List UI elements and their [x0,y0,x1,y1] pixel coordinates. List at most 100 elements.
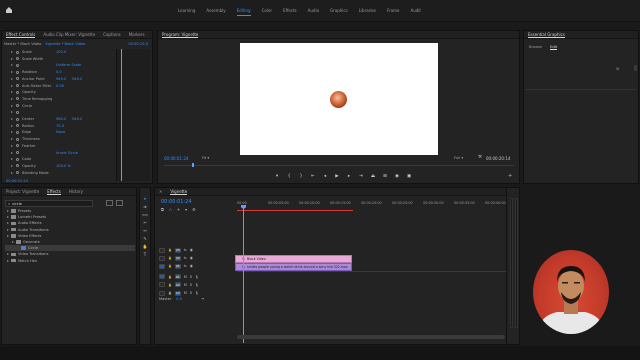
mix-value[interactable]: 0.0 [176,297,182,301]
expand-triangle-icon[interactable] [7,216,9,219]
lock-icon[interactable]: 🔒 [168,275,172,279]
microphone-icon[interactable]: 🎙 [195,283,199,287]
snap-icon[interactable]: ∩ [169,207,172,212]
effect-property-row[interactable]: Uniform Scale [4,62,112,68]
stopwatch-icon[interactable] [16,117,19,121]
work-area-bar[interactable] [237,210,353,211]
expand-triangle-icon[interactable] [7,234,9,237]
track-name[interactable]: A2 [174,282,181,288]
workspace-tab-editing[interactable]: Editing [236,8,251,16]
close-icon[interactable]: ✕ [159,189,162,194]
project-tab-0[interactable]: Project: Vignette [6,189,39,194]
property-value[interactable]: 100.0 [56,50,66,54]
clip-black-video[interactable]: fx Black Video [235,255,352,263]
expand-triangle-icon[interactable] [11,151,13,154]
expand-triangle-icon[interactable] [11,124,13,127]
workspace-tab-graphics[interactable]: Graphics [330,8,348,16]
mute-icon[interactable]: M [184,291,187,295]
stopwatch-icon[interactable] [16,77,19,81]
razor-tool-icon[interactable]: ✂ [142,220,148,225]
effect-property-row[interactable]: Time Remapping [4,96,112,102]
export-frame-icon[interactable]: ◉ [394,173,400,179]
eye-icon[interactable]: ◉ [190,248,193,252]
stopwatch-icon[interactable] [16,124,19,128]
track-name[interactable]: V2 [174,255,181,261]
workspace-tab-assembly[interactable]: Assembly [206,8,225,16]
workspace-tab-audit[interactable]: Audit [410,8,421,16]
effect-property-row[interactable]: Scale Width [4,56,112,62]
ec-tab-0[interactable]: Effect Controls [6,32,36,38]
effect-property-row[interactable]: Scale 100.0 [4,49,112,55]
expand-triangle-icon[interactable] [11,131,13,134]
workspace-tab-audio[interactable]: Audio [308,8,319,16]
property-value-2[interactable]: 540.0 [72,117,82,121]
expand-triangle-icon[interactable] [11,91,13,94]
sync-lock-icon[interactable]: ⇆ [184,248,187,252]
eg-badge[interactable]: Vi [616,67,619,71]
source-patch-toggle[interactable] [159,255,165,261]
effect-property-row[interactable]: Anti-flicker Filter 0.00 [4,83,112,89]
mark-in-icon[interactable]: { [286,173,292,179]
expand-triangle-icon[interactable] [12,241,14,243]
effect-property-row[interactable]: Radius 75.0 [4,123,112,129]
effect-property-row[interactable]: Circle [4,103,112,109]
effects-tree-item[interactable]: Audio Effects [5,220,135,226]
property-value[interactable]: Uniform Scale [56,63,81,67]
expand-triangle-icon[interactable] [7,259,9,262]
go-to-in-icon[interactable]: ⇤ [310,173,316,179]
expand-triangle-icon[interactable] [7,228,9,231]
track-header-a2[interactable]: 🔒 A2 M S 🎙 [155,281,235,289]
effects-tree-item[interactable]: Video Transitions [5,251,135,257]
extract-icon[interactable]: ⊞ [382,173,388,179]
timeline-timecode[interactable]: 00:00:01:24 [161,199,192,205]
microphone-icon[interactable]: 🎙 [195,291,199,295]
microphone-icon[interactable]: 🎙 [195,275,199,279]
effect-property-row[interactable]: Blending Mode [4,170,112,176]
add-marker-icon[interactable]: ▾ [274,173,280,179]
effects-tree-item[interactable]: Lumetri Presets [5,214,135,220]
stopwatch-icon[interactable] [16,144,19,148]
expand-triangle-icon[interactable] [11,171,13,174]
source-patch-toggle[interactable] [159,290,165,296]
home-icon[interactable] [5,6,13,14]
step-back-icon[interactable]: ◂ [322,173,328,179]
expand-triangle-icon[interactable] [11,84,13,87]
wrench-icon[interactable]: ⚒ [478,155,482,160]
property-value[interactable]: 960.0 [56,77,66,81]
stopwatch-icon[interactable] [16,151,19,154]
program-scrubber[interactable] [164,163,514,167]
ec-tab-2[interactable]: Captions [103,32,121,37]
stopwatch-icon[interactable] [16,110,19,114]
expand-triangle-icon[interactable] [11,51,13,53]
hand-tool-icon[interactable]: ✋ [142,244,148,249]
property-value[interactable]: 960.0 [56,117,66,121]
compare-icon[interactable]: ▣ [406,173,412,179]
track-name[interactable]: V1 [174,263,181,269]
property-value[interactable]: 75.0 [56,124,64,128]
insert-nest-icon[interactable]: ⧉ [161,207,164,212]
expand-triangle-icon[interactable] [11,104,13,107]
workspace-tab-learning[interactable]: Learning [178,8,195,16]
go-to-out-icon[interactable]: ⇥ [358,173,364,179]
track-select-tool-icon[interactable]: ⇉ [142,204,148,209]
effect-property-row[interactable]: Anchor Point 960.0 540.0 [4,76,112,82]
type-tool-icon[interactable]: T [142,252,148,257]
slip-tool-icon[interactable]: ↔ [142,228,148,233]
stopwatch-icon[interactable] [16,104,19,108]
master-label[interactable]: Master * Black Video [4,42,41,48]
effect-property-row[interactable]: Opacity 100.0 % [4,163,112,169]
stopwatch-icon[interactable] [16,63,19,67]
sequence-tab[interactable]: Vignette [170,189,188,195]
track-header-v3[interactable]: 🔒 V3 ⇆ ◉ [155,246,235,254]
stopwatch-icon[interactable] [16,50,19,54]
stopwatch-icon[interactable] [16,157,19,161]
expand-triangle-icon[interactable] [11,57,13,60]
project-tab-2[interactable]: History [69,189,83,194]
effects-tree-item[interactable]: Circle [5,245,135,252]
mute-icon[interactable]: M [184,283,187,287]
stopwatch-icon[interactable] [16,97,19,101]
eg-scrollbar[interactable] [634,65,637,71]
lock-icon[interactable]: 🔒 [168,256,172,260]
track-header-a1[interactable]: 🔒 A1 M S 🎙 [155,273,235,281]
workspace-tab-libraries[interactable]: Libraries [359,8,376,16]
